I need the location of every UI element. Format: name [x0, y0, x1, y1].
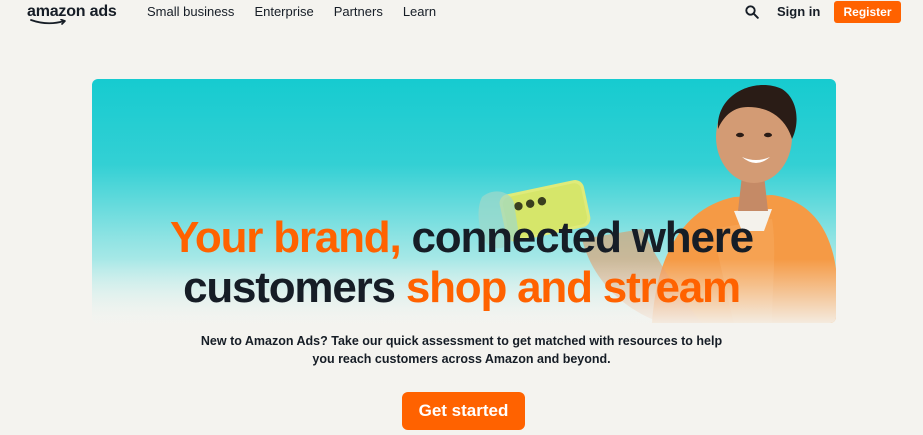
headline-highlight-1: Your brand,	[170, 213, 402, 262]
subtext-line-1: New to Amazon Ads? Take our quick assess…	[200, 334, 723, 348]
headline-line-1: Your brand, connected where	[0, 213, 923, 263]
hero-subtext: New to Amazon Ads? Take our quick assess…	[0, 332, 923, 368]
smile-icon	[30, 19, 66, 25]
nav-link-small-business[interactable]: Small business	[147, 4, 234, 20]
headline-highlight-2: shop and stream	[405, 263, 741, 312]
amazon-ads-logo[interactable]: amazon ads	[27, 3, 117, 25]
register-button[interactable]: Register	[834, 1, 901, 23]
nav-link-enterprise[interactable]: Enterprise	[254, 4, 313, 20]
headline-text-1: connected where	[400, 213, 755, 262]
nav-links: Small business Enterprise Partners Learn	[147, 4, 456, 20]
hero-headline: Your brand, connected where customers sh…	[0, 213, 923, 313]
headline-line-2: customers shop and stream	[0, 263, 923, 313]
search-icon[interactable]	[745, 5, 759, 19]
sign-in-link[interactable]: Sign in	[777, 4, 820, 20]
get-started-button[interactable]: Get started	[402, 392, 525, 430]
top-nav: amazon ads Small business Enterprise Par…	[0, 0, 923, 26]
headline-text-2: customers	[183, 263, 406, 312]
subtext-line-2: you reach customers across Amazon and be…	[312, 352, 611, 366]
nav-link-partners[interactable]: Partners	[334, 4, 383, 20]
nav-link-learn[interactable]: Learn	[403, 4, 436, 20]
